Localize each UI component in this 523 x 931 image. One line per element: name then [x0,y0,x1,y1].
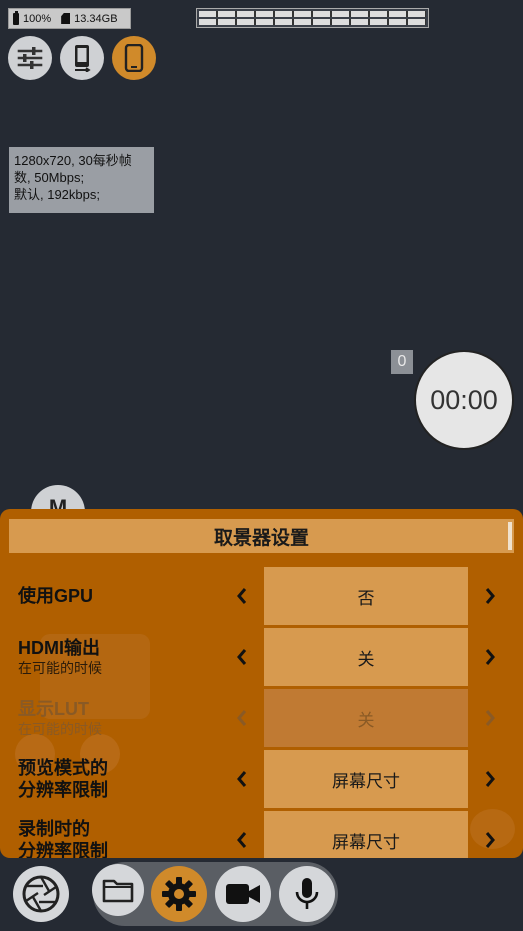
setting-row-use-gpu: 使用GPU 否 [0,567,523,625]
panel-title: 取景器设置 [9,519,514,553]
microphone-button[interactable] [279,866,335,922]
setting-row-show-lut: 显示LUT 在可能的时候 关 [0,689,523,747]
prev-option-button[interactable] [227,750,257,808]
microphone-icon [295,878,319,909]
chevron-right-icon [485,832,495,848]
chevron-left-icon [237,588,247,604]
viewfinder-settings-button[interactable] [112,36,156,80]
info-line: 默认, 192kbps; [14,187,100,202]
scroll-indicator [508,522,512,550]
video-mode-button[interactable] [215,866,271,922]
folder-icon [102,879,134,903]
setting-label-sub: 在可能的时候 [18,721,102,737]
setting-value[interactable]: 屏幕尺寸 [264,811,468,858]
histogram [196,8,429,28]
setting-value[interactable]: 屏幕尺寸 [264,750,468,808]
next-option-button[interactable] [475,628,505,686]
recording-info: 1280x720, 30每秒帧 数, 50Mbps; 默认, 192kbps; [9,147,154,213]
chevron-left-icon [237,710,247,726]
setting-row-hdmi-output: HDMI输出 在可能的时候 关 [0,628,523,686]
orientation-button[interactable] [60,36,104,80]
setting-label-main: HDMI输出 [18,638,100,658]
shutter-button[interactable] [13,866,69,922]
sliders-icon [17,47,43,69]
setting-row-preview-resolution-limit: 预览模式的 分辨率限制 屏幕尺寸 [0,750,523,808]
setting-label: 预览模式的 分辨率限制 [18,750,108,808]
prev-option-button[interactable] [227,628,257,686]
setting-row-recording-resolution-limit: 录制时的 分辨率限制 屏幕尺寸 [0,811,523,858]
setting-value: 关 [264,689,468,747]
recording-timer: 00:00 [414,350,514,450]
prev-option-button[interactable] [227,567,257,625]
prev-option-button[interactable] [227,811,257,858]
photo-counter: 0 [391,350,413,374]
info-line: 1280x720, 30每秒帧 [14,153,132,168]
phone-rotate-icon [75,45,91,72]
chevron-left-icon [237,771,247,787]
setting-label: HDMI输出 在可能的时候 [18,628,102,686]
camera-screen: 100% 13.34GB 1280x720, 30每秒帧 数, 50Mbps; … [0,0,523,931]
next-option-button [475,689,505,747]
histogram-bars [199,19,426,25]
histogram-bars [199,11,426,17]
setting-label: 录制时的 分辨率限制 [18,811,108,858]
setting-value[interactable]: 关 [264,628,468,686]
settings-sliders-button[interactable] [8,36,52,80]
chevron-left-icon [237,649,247,665]
setting-label-main: 显示LUT [18,699,89,719]
sd-card-icon [61,13,71,24]
shutter-icon [22,875,60,913]
info-line: 数, 50Mbps; [14,170,85,185]
next-option-button[interactable] [475,750,505,808]
setting-label-sub: 在可能的时候 [18,660,102,676]
storage-text: 13.34GB [74,12,118,25]
setting-label-main: 分辨率限制 [18,780,108,800]
viewfinder-settings-panel: 取景器设置 使用GPU 否 HDMI输出 在可能的时候 关 显示LUT 在可能的… [0,509,523,858]
chevron-right-icon [485,649,495,665]
next-option-button[interactable] [475,567,505,625]
chevron-right-icon [485,771,495,787]
phone-icon [124,44,144,72]
setting-label-main: 使用GPU [18,586,94,606]
setting-label-main: 录制时的 [18,819,90,839]
gear-icon [162,877,196,911]
next-option-button[interactable] [475,811,505,858]
battery-text: 100% [23,12,52,25]
gallery-button[interactable] [92,864,144,916]
settings-button[interactable] [151,866,207,922]
chevron-left-icon [237,832,247,848]
setting-label-main: 分辨率限制 [18,841,108,858]
panel-title-text: 取景器设置 [213,527,309,549]
setting-label: 显示LUT 在可能的时候 [18,689,102,747]
status-box: 100% 13.34GB [8,8,131,29]
chevron-right-icon [485,710,495,726]
setting-label: 使用GPU [18,567,93,625]
battery-icon [13,10,19,25]
video-camera-icon [226,884,260,904]
setting-value[interactable]: 否 [264,567,468,625]
setting-label-main: 预览模式的 [18,758,108,778]
prev-option-button [227,689,257,747]
chevron-right-icon [485,588,495,604]
